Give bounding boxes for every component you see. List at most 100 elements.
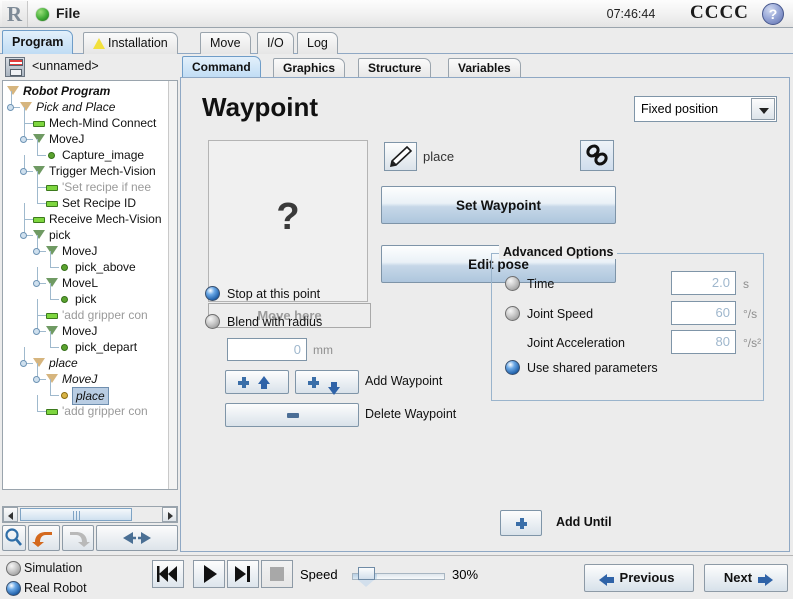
tab-structure[interactable]: Structure bbox=[358, 58, 431, 78]
tree-expander[interactable] bbox=[33, 376, 40, 383]
time-radio[interactable] bbox=[505, 276, 520, 291]
next-button[interactable]: Next bbox=[704, 564, 788, 592]
blend-radius-input[interactable]: 0 bbox=[227, 338, 307, 361]
tree-vertical-scrollbar[interactable] bbox=[168, 81, 177, 489]
clock: 07:46:44 bbox=[586, 7, 676, 21]
stop-at-point-radio[interactable] bbox=[205, 286, 220, 301]
main-tab-bar: Program Installation Move I/O Log bbox=[0, 29, 793, 54]
tab-graphics[interactable]: Graphics bbox=[273, 58, 345, 78]
tab-command[interactable]: Command bbox=[182, 56, 261, 78]
tree-horizontal-scrollbar[interactable] bbox=[2, 506, 178, 523]
pencil-icon[interactable] bbox=[384, 142, 417, 171]
program-tree[interactable]: Robot ProgramPick and PlaceMech-Mind Con… bbox=[2, 80, 178, 490]
tree-item[interactable]: MoveJ bbox=[3, 243, 168, 259]
tree-item-label: Mech-Mind Connect bbox=[49, 115, 156, 131]
chevron-down-icon[interactable] bbox=[751, 98, 775, 120]
joint-acceleration-input[interactable]: 80 bbox=[671, 330, 736, 354]
tree-item[interactable]: Trigger Mech-Vision bbox=[3, 163, 168, 179]
undo-icon[interactable] bbox=[28, 525, 60, 551]
tree-item[interactable]: 'Set recipe if nee bbox=[3, 179, 168, 195]
add-waypoint-before-button[interactable] bbox=[225, 370, 289, 394]
tree-item[interactable]: 'add gripper con bbox=[3, 307, 168, 323]
tab-graphics-label: Graphics bbox=[283, 61, 335, 75]
tree-item[interactable]: Mech-Mind Connect bbox=[3, 115, 168, 131]
tree-item[interactable]: Robot Program bbox=[3, 83, 168, 99]
tree-item[interactable]: pick_depart bbox=[3, 339, 168, 355]
redo-icon[interactable] bbox=[62, 525, 94, 551]
tab-log[interactable]: Log bbox=[297, 32, 338, 54]
waypoint-dot-icon bbox=[61, 344, 68, 351]
simulation-radio[interactable] bbox=[6, 561, 21, 576]
tree-item[interactable]: pick bbox=[3, 227, 168, 243]
tree-expander[interactable] bbox=[20, 360, 27, 367]
tree-connector bbox=[24, 219, 33, 220]
delete-waypoint-button[interactable] bbox=[225, 403, 359, 427]
tree-connector bbox=[50, 379, 51, 395]
stop-at-point-label: Stop at this point bbox=[227, 287, 320, 301]
expand-triangle-icon bbox=[46, 278, 58, 287]
tree-expander[interactable] bbox=[7, 104, 14, 111]
tree-item[interactable]: Capture_image bbox=[3, 147, 168, 163]
step-icon[interactable] bbox=[227, 560, 259, 588]
tab-variables[interactable]: Variables bbox=[448, 58, 521, 78]
tree-item[interactable]: 'add gripper con bbox=[3, 403, 168, 419]
expand-triangle-icon bbox=[46, 246, 58, 255]
position-type-select[interactable]: Fixed position bbox=[634, 96, 777, 122]
tree-item[interactable]: Receive Mech-Vision bbox=[3, 211, 168, 227]
tree-item[interactable]: pick bbox=[3, 291, 168, 307]
add-until-button[interactable] bbox=[500, 510, 542, 536]
use-shared-parameters-radio[interactable] bbox=[505, 360, 520, 375]
blend-with-radius-radio[interactable] bbox=[205, 314, 220, 329]
joint-speed-radio[interactable] bbox=[505, 306, 520, 321]
tab-installation[interactable]: Installation bbox=[83, 32, 178, 54]
save-icon[interactable] bbox=[5, 57, 25, 77]
tree-expander[interactable] bbox=[20, 232, 27, 239]
help-icon[interactable]: ? bbox=[762, 3, 784, 25]
tree-item-label: Trigger Mech-Vision bbox=[49, 163, 156, 179]
previous-button[interactable]: Previous bbox=[584, 564, 694, 592]
move-node-icon[interactable] bbox=[96, 525, 178, 551]
scroll-right-button[interactable] bbox=[162, 507, 177, 522]
comment-dash-icon bbox=[46, 185, 58, 191]
time-input[interactable]: 2.0 bbox=[671, 271, 736, 295]
scroll-thumb[interactable] bbox=[20, 508, 132, 521]
add-waypoint-after-button[interactable] bbox=[295, 370, 359, 394]
tree-expander[interactable] bbox=[20, 168, 27, 175]
joint-speed-input[interactable]: 60 bbox=[671, 301, 736, 325]
tree-item[interactable]: pick_above bbox=[3, 259, 168, 275]
tree-item[interactable]: MoveJ bbox=[3, 323, 168, 339]
tree-connector bbox=[50, 299, 59, 300]
tree-item[interactable]: MoveL bbox=[3, 275, 168, 291]
position-type-value: Fixed position bbox=[641, 102, 718, 116]
tree-item[interactable]: place bbox=[3, 355, 168, 371]
speed-slider-thumb[interactable] bbox=[358, 567, 375, 580]
set-waypoint-button[interactable]: Set Waypoint bbox=[381, 186, 616, 224]
tree-item[interactable]: Pick and Place bbox=[3, 99, 168, 115]
tab-program[interactable]: Program bbox=[2, 30, 73, 54]
tree-item-label: 'add gripper con bbox=[62, 403, 148, 419]
tree-expander[interactable] bbox=[33, 280, 40, 287]
search-icon[interactable] bbox=[2, 525, 26, 551]
play-icon[interactable] bbox=[193, 560, 225, 588]
file-menu-button[interactable]: File bbox=[56, 5, 80, 21]
rewind-icon[interactable] bbox=[152, 560, 184, 588]
tree-connector bbox=[37, 315, 46, 316]
tree-expander[interactable] bbox=[33, 328, 40, 335]
tab-io[interactable]: I/O bbox=[257, 32, 294, 54]
tree-item[interactable]: Set Recipe ID bbox=[3, 195, 168, 211]
stop-icon[interactable] bbox=[261, 560, 293, 588]
link-icon[interactable] bbox=[580, 140, 614, 171]
tree-expander[interactable] bbox=[20, 136, 27, 143]
tree-item[interactable]: MoveJ bbox=[3, 131, 168, 147]
expand-triangle-icon bbox=[33, 358, 45, 367]
real-robot-radio[interactable] bbox=[6, 581, 21, 596]
scroll-left-button[interactable] bbox=[3, 507, 18, 522]
tree-item-label: pick bbox=[49, 227, 70, 243]
tree-connector bbox=[24, 107, 25, 123]
tab-move[interactable]: Move bbox=[200, 32, 251, 54]
arrow-right-icon bbox=[765, 574, 773, 586]
tree-item[interactable]: MoveJ bbox=[3, 371, 168, 387]
tree-expander[interactable] bbox=[33, 248, 40, 255]
tree-item[interactable]: place bbox=[3, 387, 168, 403]
tab-structure-label: Structure bbox=[368, 61, 421, 75]
